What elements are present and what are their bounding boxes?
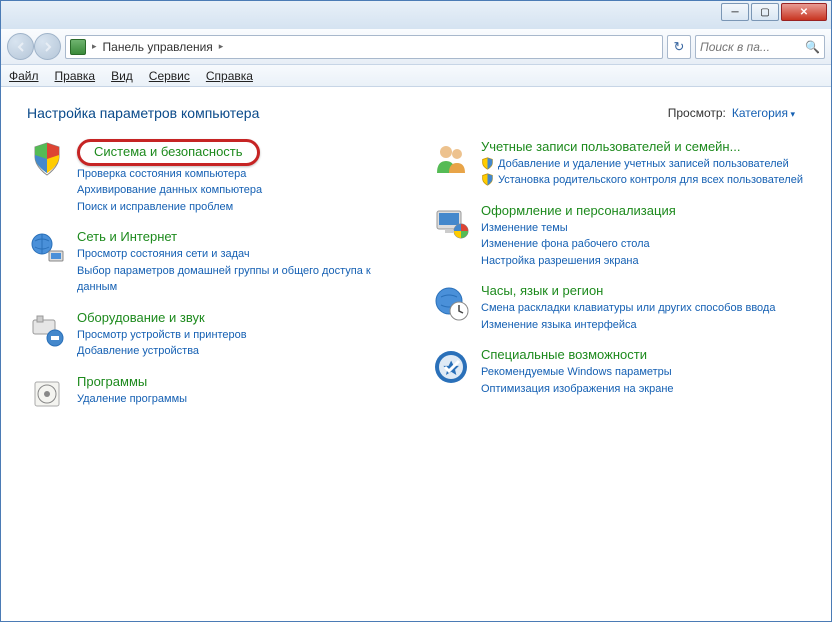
- access-icon: [431, 347, 471, 387]
- users-icon: [431, 139, 471, 179]
- chevron-right-icon: ▸: [219, 41, 224, 52]
- category-title[interactable]: Программы: [77, 374, 401, 391]
- categories-left: Система и безопасностьПроверка состояния…: [27, 139, 401, 414]
- category-sublink[interactable]: Добавление устройства: [77, 343, 401, 360]
- category-title[interactable]: Оборудование и звук: [77, 310, 401, 327]
- category-sublink[interactable]: Смена раскладки клавиатуры или других сп…: [481, 300, 805, 317]
- programs-icon: [27, 374, 67, 414]
- category-r0: Учетные записи пользователей и семейн...…: [431, 139, 805, 189]
- category-l2: Оборудование и звукПросмотр устройств и …: [27, 310, 401, 360]
- category-sublink[interactable]: Просмотр устройств и принтеров: [77, 327, 401, 344]
- menu-edit[interactable]: Правка: [55, 69, 96, 83]
- category-title[interactable]: Оформление и персонализация: [481, 203, 805, 220]
- titlebar: ─ ▢ ✕: [1, 1, 831, 29]
- category-title[interactable]: Система и безопасность: [77, 139, 260, 166]
- breadcrumb-root[interactable]: Панель управления: [103, 40, 213, 54]
- category-title[interactable]: Сеть и Интернет: [77, 229, 401, 246]
- menu-view[interactable]: Вид: [111, 69, 133, 83]
- address-bar[interactable]: ▸ Панель управления ▸: [65, 35, 663, 59]
- content-area: Настройка параметров компьютера Просмотр…: [1, 87, 831, 621]
- refresh-button[interactable]: ↻: [667, 35, 691, 59]
- category-sublink[interactable]: Изменение фона рабочего стола: [481, 236, 805, 253]
- window: ─ ▢ ✕ ▸ Панель управления ▸ ↻ 🔍 Файл Пра…: [0, 0, 832, 622]
- menu-tools[interactable]: Сервис: [149, 69, 190, 83]
- view-mode: Просмотр: Категория: [668, 106, 795, 120]
- category-title[interactable]: Специальные возможности: [481, 347, 805, 364]
- category-r1: Оформление и персонализацияИзменение тем…: [431, 203, 805, 269]
- search-icon: 🔍: [805, 40, 820, 54]
- control-panel-icon: [70, 39, 86, 55]
- back-button[interactable]: [7, 33, 34, 60]
- category-sublink[interactable]: Выбор параметров домашней группы и общег…: [77, 263, 401, 296]
- category-sublink[interactable]: Изменение языка интерфейса: [481, 317, 805, 334]
- category-title[interactable]: Часы, язык и регион: [481, 283, 805, 300]
- category-sublink[interactable]: Добавление и удаление учетных записей по…: [481, 156, 805, 173]
- menu-help[interactable]: Справка: [206, 69, 253, 83]
- category-sublink[interactable]: Просмотр состояния сети и задач: [77, 246, 401, 263]
- close-button[interactable]: ✕: [781, 3, 827, 21]
- category-title[interactable]: Учетные записи пользователей и семейн...: [481, 139, 805, 156]
- clock-icon: [431, 283, 471, 323]
- category-sublink[interactable]: Настройка разрешения экрана: [481, 253, 805, 270]
- category-sublink[interactable]: Установка родительского контроля для все…: [481, 172, 805, 189]
- category-l1: Сеть и ИнтернетПросмотр состояния сети и…: [27, 229, 401, 295]
- categories-right: Учетные записи пользователей и семейн...…: [431, 139, 805, 414]
- menubar: Файл Правка Вид Сервис Справка: [1, 65, 831, 87]
- minimize-button[interactable]: ─: [721, 3, 749, 21]
- navbar: ▸ Панель управления ▸ ↻ 🔍: [1, 29, 831, 65]
- view-label: Просмотр:: [668, 106, 726, 120]
- category-l3: ПрограммыУдаление программы: [27, 374, 401, 414]
- category-sublink[interactable]: Рекомендуемые Windows параметры: [481, 364, 805, 381]
- page-title: Настройка параметров компьютера: [27, 105, 259, 121]
- category-sublink[interactable]: Поиск и исправление проблем: [77, 199, 401, 216]
- category-sublink[interactable]: Удаление программы: [77, 391, 401, 408]
- appearance-icon: [431, 203, 471, 243]
- search-input[interactable]: [700, 40, 805, 54]
- category-r2: Часы, язык и регионСмена раскладки клави…: [431, 283, 805, 333]
- menu-file[interactable]: Файл: [9, 69, 39, 83]
- view-mode-dropdown[interactable]: Категория: [732, 106, 795, 120]
- category-sublink[interactable]: Проверка состояния компьютера: [77, 166, 401, 183]
- category-sublink[interactable]: Изменение темы: [481, 220, 805, 237]
- network-icon: [27, 229, 67, 269]
- forward-button[interactable]: [34, 33, 61, 60]
- security-icon: [27, 139, 67, 179]
- chevron-right-icon: ▸: [92, 41, 97, 52]
- search-box[interactable]: 🔍: [695, 35, 825, 59]
- category-r3: Специальные возможностиРекомендуемые Win…: [431, 347, 805, 397]
- category-l0: Система и безопасностьПроверка состояния…: [27, 139, 401, 215]
- category-sublink[interactable]: Оптимизация изображения на экране: [481, 381, 805, 398]
- hardware-icon: [27, 310, 67, 350]
- maximize-button[interactable]: ▢: [751, 3, 779, 21]
- category-sublink[interactable]: Архивирование данных компьютера: [77, 182, 401, 199]
